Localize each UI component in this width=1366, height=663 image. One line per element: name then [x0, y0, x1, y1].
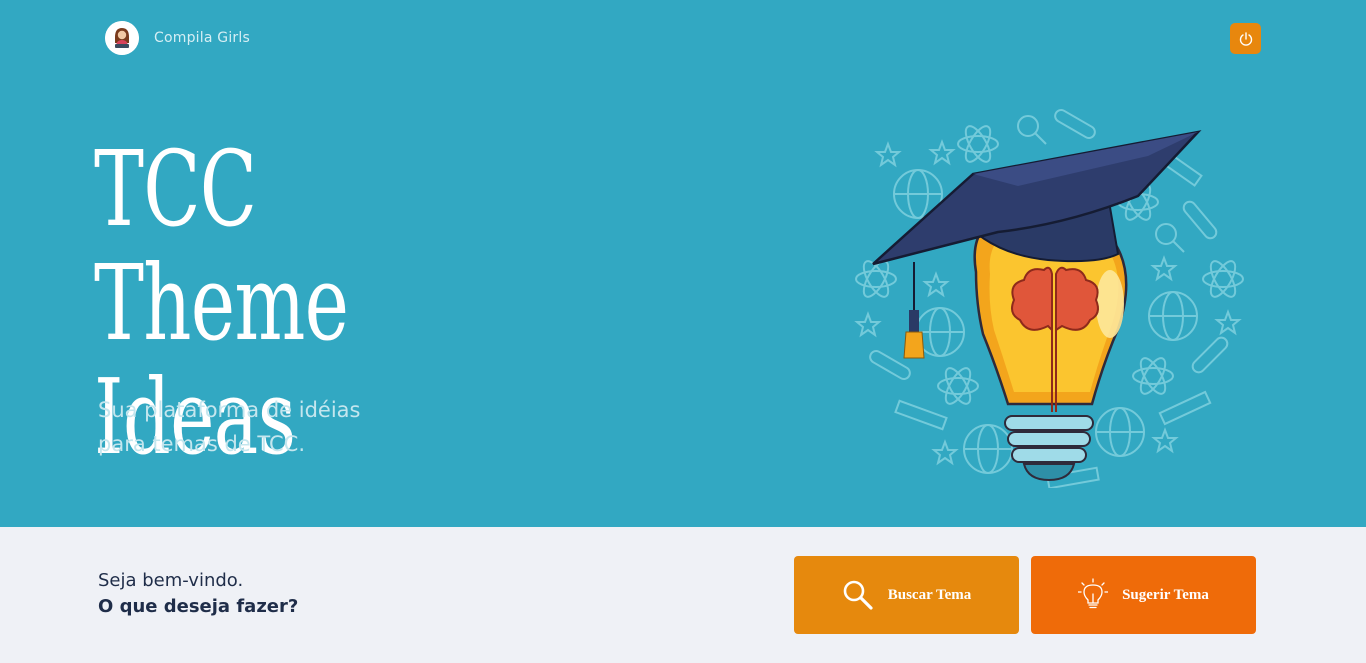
graduation-cap-lightbulb-brain-illustration [854, 109, 1244, 488]
lightbulb-icon [1078, 578, 1109, 609]
search-theme-label: Buscar Tema [887, 586, 972, 603]
suggest-theme-label: Sugerir Tema [1122, 586, 1209, 603]
hero-subtitle: Sua plataforma de idéias para temas de T… [98, 393, 428, 461]
welcome-message: Seja bem-vindo. O que deseja fazer? [98, 568, 298, 620]
subtitle-line-2: para temas de TCC. [98, 432, 305, 456]
welcome-greeting: Seja bem-vindo. [98, 570, 244, 591]
brand-name: Compila Girls [154, 30, 250, 46]
power-icon [1239, 31, 1252, 46]
title-line-1: TCC Theme [94, 128, 349, 364]
welcome-question: O que deseja fazer? [98, 596, 299, 617]
brand[interactable]: Compila Girls [105, 21, 250, 55]
search-theme-button[interactable]: Buscar Tema [794, 556, 1019, 634]
search-icon [843, 580, 873, 610]
power-button[interactable] [1230, 23, 1261, 54]
hero-section: Compila Girls TCC Theme Ideas Sua plataf… [0, 0, 1366, 527]
subtitle-line-1: Sua plataforma de idéias [98, 398, 361, 422]
compila-girls-avatar-icon [105, 21, 139, 55]
suggest-theme-button[interactable]: Sugerir Tema [1031, 556, 1256, 634]
